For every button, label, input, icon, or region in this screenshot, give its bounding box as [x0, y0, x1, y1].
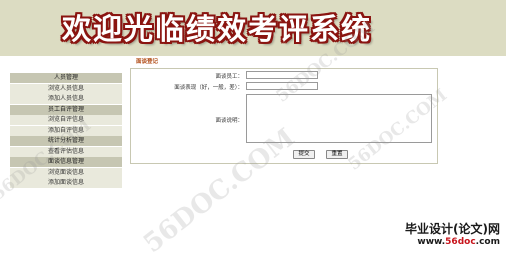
- interview-form: 面谈员工： 面谈表现（好，一般，差）： 面谈说明： 提交 重置: [130, 68, 438, 164]
- sidebar-category-self-evaluation[interactable]: 员工自评管理: [10, 104, 122, 115]
- main-content: 面谈登记 面谈员工： 面谈表现（好，一般，差）： 面谈说明： 提交 重置: [130, 57, 506, 217]
- notes-label: 面谈说明：: [215, 118, 243, 124]
- sidebar-item-add-personnel[interactable]: 添加人员信息: [10, 94, 122, 104]
- sidebar-item-add-self-evaluation[interactable]: 添加自评信息: [10, 125, 122, 136]
- section-title: 面谈登记: [130, 57, 506, 67]
- sidebar-item-add-interview[interactable]: 添加面谈信息: [10, 178, 122, 188]
- sidebar-item-browse-personnel[interactable]: 浏览人员信息: [10, 83, 122, 94]
- sidebar-item-browse-self-evaluation[interactable]: 浏览自评信息: [10, 115, 122, 125]
- header-banner: 欢迎光临绩效考评系统: [0, 0, 506, 56]
- submit-button[interactable]: 提交: [293, 150, 315, 159]
- sidebar-item-browse-interview[interactable]: 浏览面谈信息: [10, 167, 122, 178]
- performance-label: 面谈表现（好，一般，差）：: [174, 85, 243, 91]
- reset-button[interactable]: 重置: [326, 150, 348, 159]
- sidebar-category-interview[interactable]: 面谈信息管理: [10, 157, 122, 167]
- notes-row: 面谈说明：: [131, 92, 437, 150]
- site-logo: 毕业设计(论文)网 www.56doc.com: [384, 218, 506, 258]
- sidebar-category-personnel[interactable]: 人员管理: [10, 73, 122, 83]
- sidebar-item-view-evaluation[interactable]: 查看评估信息: [10, 146, 122, 157]
- employee-label: 面谈员工：: [215, 74, 243, 80]
- sidebar-category-statistics[interactable]: 统计分析管理: [10, 136, 122, 146]
- site-logo-title: 毕业设计(论文)网: [405, 222, 500, 236]
- performance-row: 面谈表现（好，一般，差）：: [131, 81, 437, 91]
- system-title: 欢迎光临绩效考评系统: [62, 12, 373, 46]
- sidebar-nav: 人员管理 浏览人员信息 添加人员信息 员工自评管理 浏览自评信息 添加自评信息 …: [10, 73, 122, 218]
- site-logo-url: www.56doc.com: [417, 237, 500, 247]
- employee-row: 面谈员工：: [131, 70, 437, 80]
- performance-input[interactable]: [246, 82, 318, 90]
- notes-textarea[interactable]: [246, 94, 432, 143]
- employee-input[interactable]: [246, 71, 318, 79]
